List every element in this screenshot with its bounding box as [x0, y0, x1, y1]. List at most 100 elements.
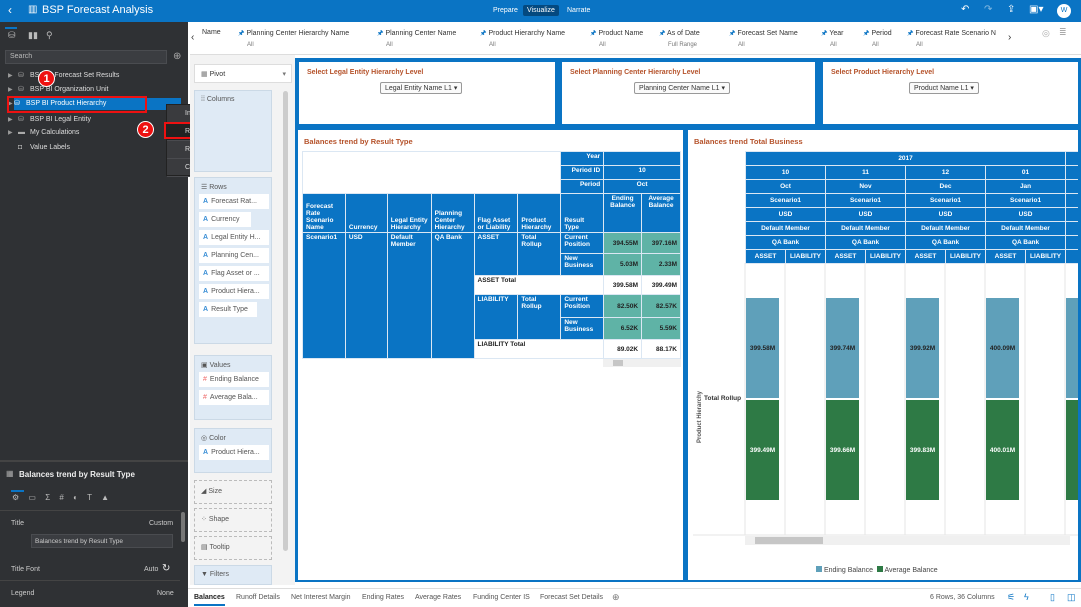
- product-level-select[interactable]: Product Name L1 ▾: [909, 82, 979, 94]
- scrollbar[interactable]: [181, 512, 185, 542]
- tree-item[interactable]: ▶ ⛁ BSP BI Organization Unit: [8, 84, 108, 96]
- filter-year[interactable]: 🖈 Year All: [821, 29, 843, 48]
- tree-item[interactable]: ◘ Value Labels: [8, 142, 70, 154]
- values-section[interactable]: ▣ Values # Ending Balance # Average Bala..…: [194, 355, 272, 420]
- redo-icon[interactable]: ↷: [984, 4, 992, 15]
- value-cell[interactable]: 397.16M: [641, 232, 681, 254]
- axis-tab-icon[interactable]: ▭: [28, 493, 36, 502]
- chip-label: Product Hiera...: [211, 288, 260, 295]
- number-tab-icon[interactable]: #: [59, 493, 63, 502]
- sub-column-header: ASSET: [905, 249, 946, 264]
- scrollbar[interactable]: [283, 91, 288, 551]
- color-tab-icon[interactable]: ◐: [73, 493, 78, 502]
- title-input[interactable]: Balances trend by Result Type: [31, 534, 173, 548]
- reset-icon[interactable]: ↻: [162, 563, 170, 574]
- panel-icon[interactable]: ◫: [1067, 592, 1076, 603]
- row-chip[interactable]: A Forecast Rat...: [199, 194, 269, 209]
- filter-forecast-rate-scenario[interactable]: 🖈 Forecast Rate Scenario N All: [907, 29, 1007, 53]
- size-section[interactable]: ◢ Size: [194, 480, 272, 504]
- refresh-icon[interactable]: ϟ: [1024, 592, 1029, 602]
- auto-apply-icon[interactable]: ⚟: [1007, 592, 1015, 603]
- filter-planning-center-name[interactable]: 🖈 Planning Center Name All: [377, 29, 456, 48]
- sum-tab-icon[interactable]: Σ: [45, 493, 50, 502]
- horizontal-scrollbar[interactable]: [603, 359, 681, 367]
- value-chip[interactable]: # Ending Balance: [199, 372, 269, 387]
- legal-entity-level-select[interactable]: Legal Entity Name L1 ▾: [380, 82, 463, 94]
- visualizations-tab-icon[interactable]: ▮▮: [28, 30, 38, 41]
- value-cell[interactable]: 5.59K: [641, 317, 681, 340]
- legend-item[interactable]: Ending Balance: [824, 567, 873, 574]
- pivot-icon: ▦: [6, 469, 14, 478]
- filter-period[interactable]: 🖈 Period All: [863, 29, 892, 48]
- title-font-value[interactable]: Auto: [144, 566, 158, 573]
- tab-funding-center-is[interactable]: Funding Center IS: [473, 594, 530, 601]
- row-chip[interactable]: A Product Hiera...: [199, 284, 269, 299]
- back-icon[interactable]: ‹: [8, 3, 12, 17]
- scroll-right-icon[interactable]: ›: [1008, 32, 1011, 43]
- active-tab-indicator: [5, 27, 17, 29]
- row-chip[interactable]: A Planning Cen...: [199, 248, 269, 263]
- data-tab-icon[interactable]: ⛁: [8, 30, 16, 41]
- avatar[interactable]: W: [1057, 4, 1071, 18]
- filters-section[interactable]: ▼ Filters: [194, 565, 272, 585]
- add-tab-icon[interactable]: ⊕: [612, 592, 620, 603]
- planning-center-level-select[interactable]: Planning Center Name L1 ▾: [634, 82, 731, 94]
- value-cell[interactable]: 82.57K: [641, 294, 681, 318]
- mode-narrate[interactable]: Narrate: [563, 5, 594, 16]
- filter-product-name[interactable]: 🖈 Product Name All: [590, 29, 643, 48]
- filter-product-hierarchy-name[interactable]: 🖈 Product Hierarchy Name All: [480, 29, 565, 48]
- scrollbar-thumb[interactable]: [755, 537, 823, 544]
- horizontal-scrollbar[interactable]: [745, 536, 1070, 545]
- shape-section[interactable]: ⁘ Shape: [194, 508, 272, 532]
- row-chip[interactable]: A Result Type: [199, 302, 257, 317]
- tab-average-rates[interactable]: Average Rates: [415, 594, 461, 601]
- save-icon[interactable]: ▣▾: [1029, 4, 1043, 15]
- value-cell[interactable]: 82.50K: [603, 294, 643, 318]
- undo-icon[interactable]: ↶: [961, 4, 969, 15]
- value-cell[interactable]: 394.55M: [603, 232, 643, 254]
- filter-name[interactable]: Name: [202, 29, 221, 36]
- general-tab-icon[interactable]: ⚙: [12, 493, 19, 502]
- row-chip[interactable]: A Flag Asset or ...: [199, 266, 269, 281]
- viz-type-select[interactable]: ▦ Pivot ▾: [194, 64, 292, 83]
- value-cell[interactable]: 5.03M: [603, 253, 643, 276]
- filter-forecast-set-name[interactable]: 🖈 Forecast Set Name All: [729, 29, 798, 48]
- add-icon[interactable]: ⊕: [173, 51, 181, 62]
- properties-tabs[interactable]: ⚙ ▭ Σ # ◐ T ▲: [12, 493, 109, 502]
- legend-item[interactable]: Average Balance: [884, 567, 937, 574]
- filter-planning-center-hierarchy-name[interactable]: 🖈 Planning Center Hierarchy Name All: [238, 29, 349, 48]
- tree-item[interactable]: ▶ ▬ My Calculations: [8, 127, 79, 139]
- tab-ending-rates[interactable]: Ending Rates: [362, 594, 404, 601]
- value-cell[interactable]: 2.33M: [641, 253, 681, 276]
- filter-settings-icon[interactable]: ◎: [1042, 28, 1050, 39]
- filter-as-of-date[interactable]: 🖈 As of Date Full Range: [659, 29, 700, 48]
- row-chip[interactable]: A Currency: [199, 212, 251, 227]
- menu-icon[interactable]: ≣: [1059, 27, 1067, 38]
- tree-item[interactable]: ▶ ⛁ BSP BI Legal Entity: [8, 114, 91, 126]
- rows-section[interactable]: ☰ Rows A Forecast Rat... A Currency A Legal…: [194, 177, 272, 344]
- mode-prepare[interactable]: Prepare: [489, 5, 522, 16]
- tab-runoff-details[interactable]: Runoff Details: [236, 594, 280, 601]
- scrollbar-thumb[interactable]: [613, 360, 623, 366]
- mode-visualize[interactable]: Visualize: [523, 5, 559, 16]
- analytics-tab-icon[interactable]: ⚲: [46, 30, 53, 41]
- row-chip[interactable]: A Legal Entity H...: [199, 230, 269, 245]
- scroll-left-icon[interactable]: ‹: [191, 32, 194, 43]
- color-chip[interactable]: A Product Hiera...: [199, 445, 269, 460]
- analytics-tab-icon[interactable]: ▲: [101, 493, 109, 502]
- tooltip-section[interactable]: ▤ Tooltip: [194, 536, 272, 560]
- layout-icon[interactable]: ▯: [1050, 592, 1055, 603]
- legend-value[interactable]: None: [157, 590, 174, 597]
- title-mode[interactable]: Custom: [149, 520, 173, 527]
- value-chip[interactable]: # Average Bala...: [199, 390, 269, 405]
- search-input[interactable]: Search: [5, 50, 167, 64]
- export-icon[interactable]: ⇪: [1007, 4, 1015, 15]
- value-cell[interactable]: 6.52K: [603, 317, 643, 340]
- filter-tab-icon[interactable]: T: [87, 493, 92, 502]
- color-section[interactable]: ◎ Color A Product Hiera...: [194, 428, 272, 473]
- tab-forecast-set-details[interactable]: Forecast Set Details: [540, 594, 603, 601]
- tab-balances[interactable]: Balances: [194, 594, 225, 606]
- columns-section[interactable]: ⁞⁞ Columns: [194, 90, 272, 172]
- tab-net-interest-margin[interactable]: Net Interest Margin: [291, 594, 351, 601]
- tree-item[interactable]: ▶ ⛁ BSP BI Forecast Set Results: [8, 70, 119, 82]
